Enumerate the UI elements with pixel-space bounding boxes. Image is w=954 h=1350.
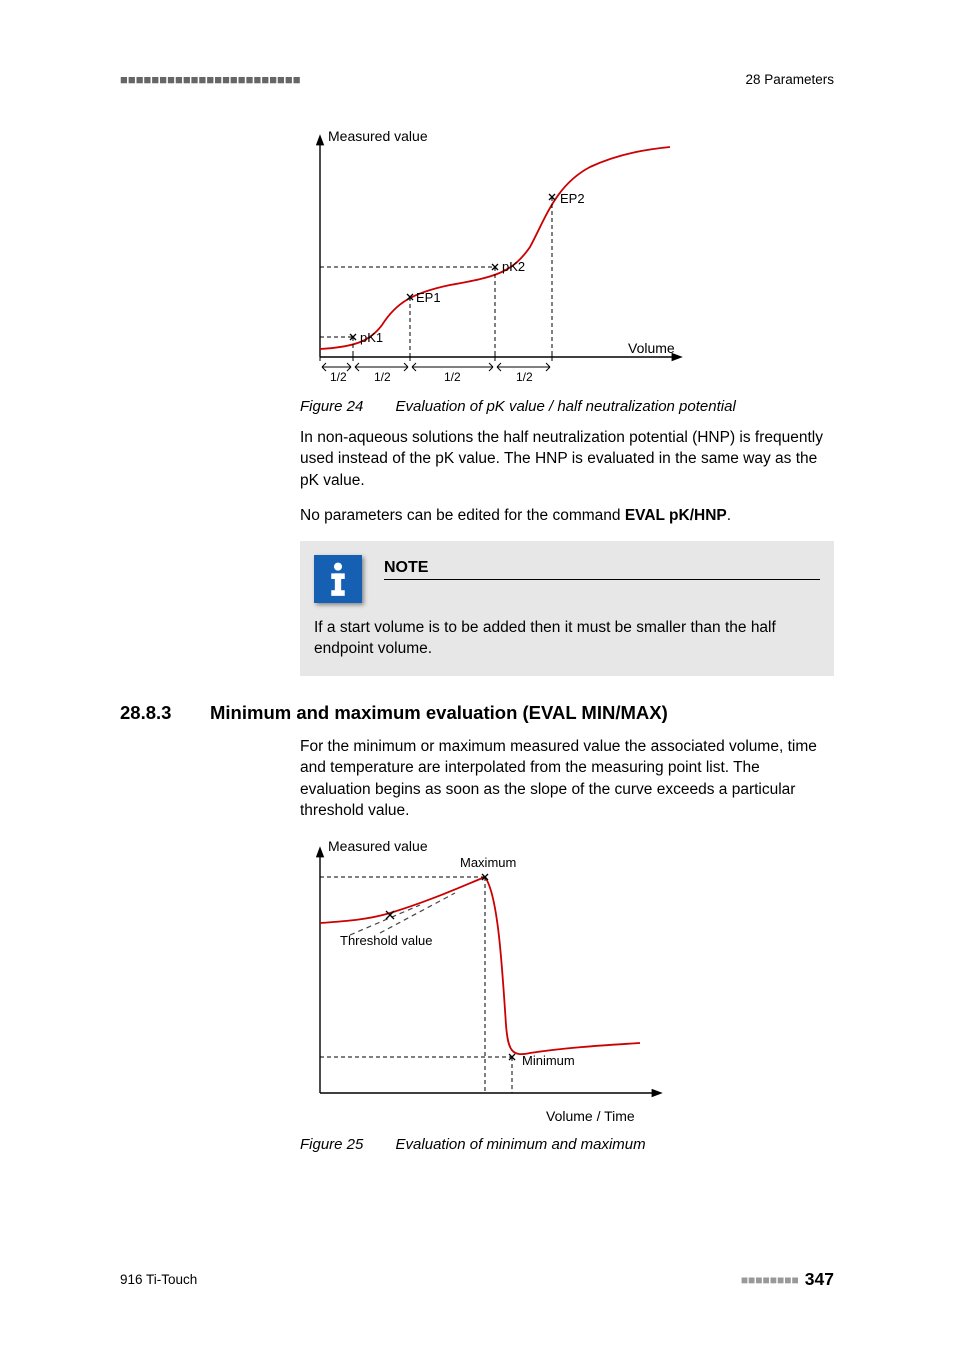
fig24-ylabel: Measured value: [328, 128, 428, 144]
figure-24: Measured value Volume pK1 EP1 pK2: [300, 127, 834, 392]
p2-cmd: EVAL pK/HNP: [625, 507, 727, 524]
note-box: NOTE If a start volume is to be added th…: [300, 541, 834, 676]
fig24-t2: 1/2: [374, 370, 391, 384]
figure-25-caption-text: Evaluation of minimum and maximum: [396, 1136, 646, 1153]
paragraph-minmax: For the minimum or maximum measured valu…: [300, 736, 834, 822]
page-header: ■■■■■■■■■■■■■■■■■■■■■■■ 28 Parameters: [120, 72, 834, 87]
fig25-min: Minimum: [522, 1053, 575, 1068]
fig24-ep1: EP1: [416, 290, 441, 305]
figure-24-caption: Figure 24 Evaluation of pK value / half …: [300, 398, 834, 415]
fig24-t1: 1/2: [330, 370, 347, 384]
figure-24-caption-text: Evaluation of pK value / half neutraliza…: [396, 398, 736, 415]
section-title: Minimum and maximum evaluation (EVAL MIN…: [210, 702, 668, 724]
fig24-ep2: EP2: [560, 191, 585, 206]
footer-bar: ■■■■■■■■: [741, 1273, 799, 1287]
info-icon: [314, 555, 362, 603]
page-footer: 916 Ti-Touch ■■■■■■■■ 347: [120, 1269, 834, 1290]
paragraph-hnp: In non-aqueous solutions the half neutra…: [300, 427, 834, 491]
figure-25-caption: Figure 25 Evaluation of minimum and maxi…: [300, 1136, 834, 1153]
page-number: 347: [805, 1269, 834, 1290]
fig24-pk2: pK2: [502, 259, 525, 274]
p2-pre: No parameters can be edited for the comm…: [300, 507, 625, 524]
fig24-t3: 1/2: [444, 370, 461, 384]
fig24-t4: 1/2: [516, 370, 533, 384]
p2-post: .: [727, 507, 731, 524]
figure-25: Measured value Volume / Time Threshold v…: [300, 835, 834, 1130]
figure-25-svg: Measured value Volume / Time Threshold v…: [300, 835, 680, 1125]
figure-24-svg: Measured value Volume pK1 EP1 pK2: [300, 127, 700, 387]
fig25-max: Maximum: [460, 855, 516, 870]
fig24-xlabel: Volume: [628, 340, 675, 356]
header-title: 28 Parameters: [745, 72, 834, 87]
note-rule: [384, 579, 820, 580]
fig25-ylabel: Measured value: [328, 838, 428, 854]
footer-left: 916 Ti-Touch: [120, 1272, 197, 1287]
section-heading: 28.8.3 Minimum and maximum evaluation (E…: [120, 702, 834, 724]
header-bar-left: ■■■■■■■■■■■■■■■■■■■■■■■: [120, 72, 301, 87]
figure-25-caption-label: Figure 25: [300, 1136, 363, 1153]
fig25-xlabel: Volume / Time: [546, 1108, 635, 1124]
fig25-threshold: Threshold value: [340, 933, 433, 948]
paragraph-no-params: No parameters can be edited for the comm…: [300, 505, 834, 526]
fig24-pk1: pK1: [360, 330, 383, 345]
section-number: 28.8.3: [120, 702, 210, 724]
note-title: NOTE: [384, 559, 820, 577]
figure-24-caption-label: Figure 24: [300, 398, 363, 415]
note-body: If a start volume is to be added then it…: [314, 617, 820, 660]
